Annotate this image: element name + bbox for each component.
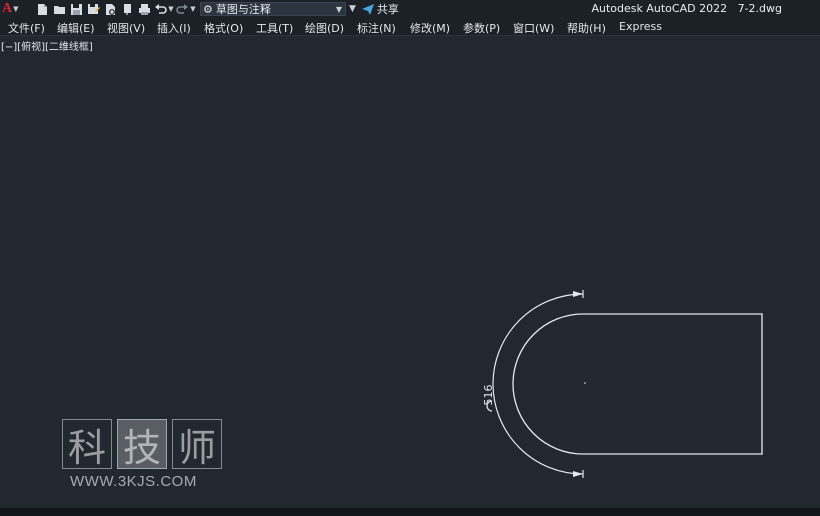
dimension-arrow-top [573, 291, 583, 297]
dimension-arrow-bottom [573, 471, 583, 477]
slot-outline [512, 313, 763, 455]
status-bar [0, 508, 820, 516]
arc-dimension-line [492, 293, 584, 475]
watermark-char: 技 [117, 419, 167, 470]
watermark-char: 科 [62, 419, 112, 470]
center-point-mark [584, 382, 586, 384]
watermark: 科 技 师 WWW.3KJS.COM [62, 419, 222, 494]
watermark-url: WWW.3KJS.COM [70, 473, 197, 490]
dimension-text[interactable]: 516 [482, 385, 495, 406]
watermark-char: 师 [172, 419, 222, 470]
